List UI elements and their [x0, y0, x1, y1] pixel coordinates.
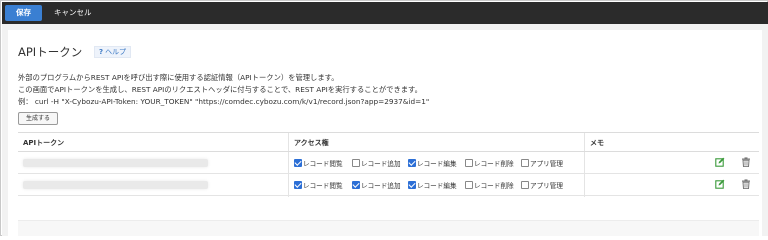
- question-icon: ?: [99, 48, 104, 56]
- perm-record-add[interactable]: レコード追加: [352, 180, 401, 190]
- perm-label: レコード削除: [474, 182, 514, 190]
- perm-label: レコード編集: [417, 182, 457, 190]
- help-label: ヘルプ: [105, 48, 127, 56]
- perm-record-edit[interactable]: レコード編集: [408, 180, 457, 190]
- perm-label: レコード閲覧: [303, 160, 343, 168]
- settings-panel: APIトークン ? ヘルプ 外部のプログラムからREST APIを呼び出す際に使…: [8, 30, 762, 236]
- perm-label: レコード追加: [361, 182, 401, 190]
- content-area: APIトークン ? ヘルプ 外部のプログラムからREST APIを呼び出す際に使…: [2, 24, 768, 236]
- trash-icon[interactable]: [741, 157, 751, 167]
- description-line-1: 外部のプログラムからREST APIを呼び出す際に使用する認証情報（APIトーク…: [18, 73, 339, 82]
- checkbox[interactable]: [408, 159, 416, 167]
- perm-record-view[interactable]: レコード閲覧: [294, 180, 343, 190]
- save-button[interactable]: 保存: [5, 5, 42, 21]
- checkbox[interactable]: [521, 181, 529, 189]
- checkbox[interactable]: [408, 181, 416, 189]
- perm-label: レコード削除: [474, 160, 514, 168]
- table-row: レコード閲覧 レコード追加 レコード編集 レコード削除 アプリ管理: [18, 152, 759, 174]
- checkbox[interactable]: [521, 159, 529, 167]
- table-row: レコード閲覧 レコード追加 レコード編集 レコード削除 アプリ管理: [18, 174, 759, 196]
- api-token-table: APIトークン アクセス権 メモ レコード閲覧 レコード追加 レコード編集 レコ…: [18, 132, 759, 197]
- api-token-value: [23, 181, 208, 189]
- perm-record-delete[interactable]: レコード削除: [465, 180, 514, 190]
- perm-record-view[interactable]: レコード閲覧: [294, 158, 343, 168]
- checkbox[interactable]: [294, 159, 302, 167]
- perm-record-edit[interactable]: レコード編集: [408, 158, 457, 168]
- header-token: APIトークン: [23, 139, 65, 147]
- edit-icon[interactable]: [715, 157, 725, 167]
- edit-icon[interactable]: [715, 179, 725, 189]
- perm-label: アプリ管理: [530, 160, 563, 168]
- header-memo: メモ: [590, 139, 604, 147]
- footer-area: [18, 220, 759, 236]
- trash-icon[interactable]: [741, 179, 751, 189]
- help-link[interactable]: ? ヘルプ: [94, 46, 132, 58]
- perm-label: レコード追加: [361, 160, 401, 168]
- checkbox[interactable]: [465, 159, 473, 167]
- description-example: 例： curl -H "X-Cybozu-API-Token: YOUR_TOK…: [18, 97, 430, 106]
- api-token-value: [23, 159, 208, 167]
- cancel-button[interactable]: キャンセル: [54, 5, 92, 21]
- perm-app-admin[interactable]: アプリ管理: [521, 158, 563, 168]
- description-line-2: この画面でAPIトークンを生成し、REST APIのリクエストヘッダに付与するこ…: [18, 85, 422, 94]
- table-header: APIトークン アクセス権 メモ: [18, 133, 759, 152]
- perm-label: アプリ管理: [530, 182, 563, 190]
- checkbox[interactable]: [465, 181, 473, 189]
- header-access: アクセス権: [294, 139, 329, 147]
- perm-record-delete[interactable]: レコード削除: [465, 158, 514, 168]
- perm-label: レコード編集: [417, 160, 457, 168]
- perm-app-admin[interactable]: アプリ管理: [521, 180, 563, 190]
- perm-record-add[interactable]: レコード追加: [352, 158, 401, 168]
- app-window: 保存 キャンセル APIトークン ? ヘルプ 外部のプログラムからREST AP…: [0, 0, 768, 236]
- perm-label: レコード閲覧: [303, 182, 343, 190]
- checkbox[interactable]: [352, 181, 360, 189]
- checkbox[interactable]: [294, 181, 302, 189]
- top-toolbar: 保存 キャンセル: [2, 2, 768, 24]
- generate-button[interactable]: 生成する: [18, 112, 58, 125]
- page-title: APIトークン: [18, 45, 83, 59]
- checkbox[interactable]: [352, 159, 360, 167]
